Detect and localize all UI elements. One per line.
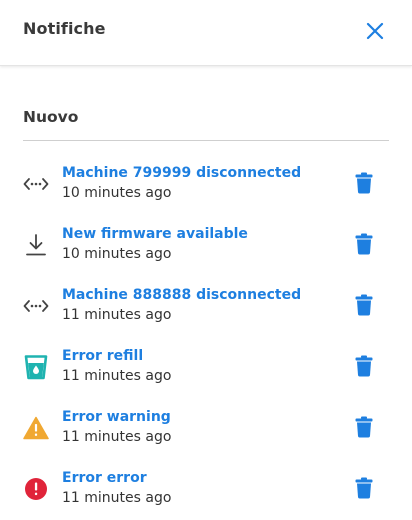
refill-icon xyxy=(23,354,49,380)
notification-time: 11 minutes ago xyxy=(62,490,172,506)
delete-button[interactable] xyxy=(353,231,375,257)
close-icon xyxy=(366,22,384,40)
notification-item: Error warning 11 minutes ago xyxy=(0,407,412,457)
notification-item: New firmware available 10 minutes ago xyxy=(0,224,412,274)
close-button[interactable] xyxy=(362,18,388,44)
notification-title[interactable]: Machine 799999 disconnected xyxy=(62,165,301,181)
trash-icon xyxy=(355,294,373,316)
trash-icon xyxy=(355,477,373,499)
notification-item: Error refill 11 minutes ago xyxy=(0,346,412,396)
notifications-header: Notifiche xyxy=(0,0,412,66)
notification-time: 11 minutes ago xyxy=(62,429,172,445)
section-title: Nuovo xyxy=(23,108,79,126)
delete-button[interactable] xyxy=(353,414,375,440)
disconnected-icon xyxy=(23,293,49,319)
delete-button[interactable] xyxy=(353,475,375,501)
section-divider xyxy=(23,140,389,141)
notification-time: 11 minutes ago xyxy=(62,368,172,384)
trash-icon xyxy=(355,233,373,255)
notification-title[interactable]: Error error xyxy=(62,470,147,486)
error-icon xyxy=(23,476,49,502)
notification-title[interactable]: Error warning xyxy=(62,409,171,425)
trash-icon xyxy=(355,416,373,438)
download-icon xyxy=(23,232,49,258)
panel-title: Notifiche xyxy=(23,19,106,38)
trash-icon xyxy=(355,355,373,377)
delete-button[interactable] xyxy=(353,170,375,196)
notification-title[interactable]: Machine 888888 disconnected xyxy=(62,287,301,303)
notification-time: 10 minutes ago xyxy=(62,185,172,201)
notification-title[interactable]: New firmware available xyxy=(62,226,248,242)
warning-icon xyxy=(23,415,49,441)
notification-time: 11 minutes ago xyxy=(62,307,172,323)
notification-time: 10 minutes ago xyxy=(62,246,172,262)
delete-button[interactable] xyxy=(353,353,375,379)
notification-item: Machine 888888 disconnected 11 minutes a… xyxy=(0,285,412,335)
notification-title[interactable]: Error refill xyxy=(62,348,143,364)
disconnected-icon xyxy=(23,171,49,197)
trash-icon xyxy=(355,172,373,194)
delete-button[interactable] xyxy=(353,292,375,318)
notification-item: Machine 799999 disconnected 10 minutes a… xyxy=(0,163,412,213)
notification-item: Error error 11 minutes ago xyxy=(0,468,412,518)
